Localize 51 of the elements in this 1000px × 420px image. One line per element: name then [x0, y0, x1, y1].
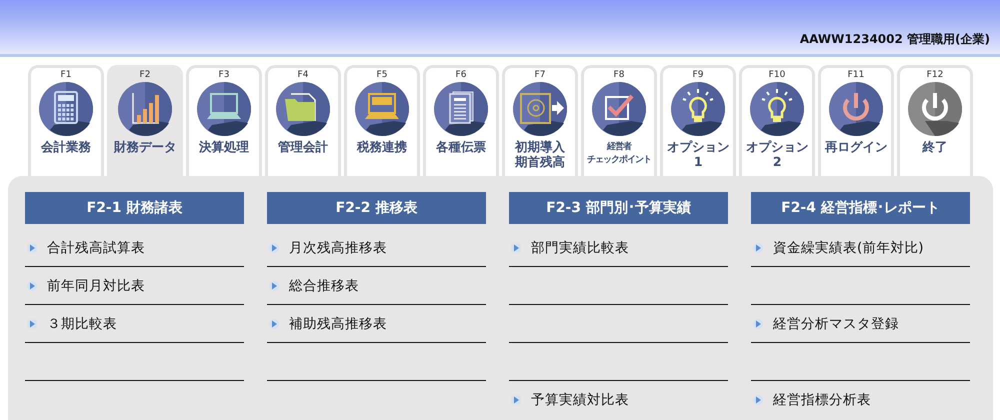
section-header: F2-3 部門別･予算実績	[509, 192, 728, 224]
function-tab[interactable]: F4 管理会計	[265, 65, 341, 176]
menu-item[interactable]: 予算実績対比表	[509, 390, 629, 408]
triangle-icon	[753, 318, 763, 328]
section-header: F2-4 経営指標･レポート	[751, 192, 970, 224]
menu-item[interactable]: 補助残高推移表	[267, 314, 387, 332]
function-tab[interactable]: F8 経営者 チェックポイント	[581, 65, 657, 176]
section-header: F2-1 財務諸表	[25, 192, 244, 224]
menu-item[interactable]: 総合推移表	[267, 276, 359, 294]
triangle-icon	[511, 394, 521, 404]
function-tab[interactable]: F3 決算処理	[186, 65, 262, 176]
menu-item[interactable]: ３期比較表	[25, 314, 117, 332]
triangle-icon	[511, 242, 521, 252]
triangle-icon	[27, 318, 37, 328]
document-icon	[434, 82, 488, 136]
bar-chart-icon	[118, 82, 172, 136]
menu-item[interactable]: 経営指標分析表	[751, 390, 871, 408]
function-tab[interactable]: F6 各種伝票	[423, 65, 499, 176]
function-tab[interactable]: F12 終了	[897, 65, 973, 176]
calculator-icon	[39, 82, 93, 136]
power-icon	[829, 82, 883, 136]
lightbulb-icon	[671, 82, 725, 136]
function-tab[interactable]: F9 オプション 1	[660, 65, 736, 176]
menu-item[interactable]: 資金繰実績表(前年対比)	[751, 238, 924, 256]
triangle-icon	[27, 280, 37, 290]
user-info: AAWW1234002 管理職用(企業)	[800, 31, 990, 48]
triangle-icon	[269, 242, 279, 252]
function-tab[interactable]: F11 再ログイン	[818, 65, 894, 176]
menu-item[interactable]: 前年同月対比表	[25, 276, 145, 294]
folder-icon	[276, 82, 330, 136]
triangle-icon	[27, 242, 37, 252]
power-icon	[908, 82, 962, 136]
function-tab[interactable]: F5 税務連携	[344, 65, 420, 176]
menu-item[interactable]: 経営分析マスタ登録	[751, 314, 899, 332]
function-tab[interactable]: F2 財務データ	[107, 65, 183, 176]
triangle-icon	[269, 280, 279, 290]
section-header: F2-2 推移表	[267, 192, 486, 224]
triangle-icon	[753, 242, 763, 252]
lightbulb-icon	[750, 82, 804, 136]
function-tab[interactable]: F7 初期導入 期首残高	[502, 65, 578, 176]
triangle-icon	[753, 394, 763, 404]
menu-item[interactable]: 月次残高推移表	[267, 238, 387, 256]
menu-item[interactable]: 合計残高試算表	[25, 238, 145, 256]
laptop-icon	[355, 82, 409, 136]
function-tab[interactable]: F1 会計業務	[28, 65, 104, 176]
laptop-icon	[197, 82, 251, 136]
menu-item[interactable]: 部門実績比較表	[509, 238, 629, 256]
disc-icon	[513, 82, 567, 136]
triangle-icon	[269, 318, 279, 328]
function-tab[interactable]: F10 オプション 2	[739, 65, 815, 176]
checkbox-icon	[592, 82, 646, 136]
